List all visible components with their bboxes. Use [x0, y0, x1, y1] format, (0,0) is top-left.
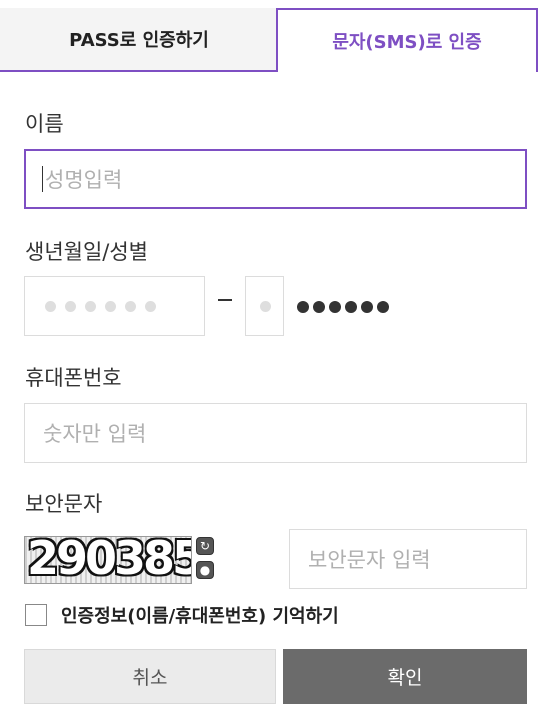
refresh-icon[interactable]: ↻ — [196, 537, 214, 555]
phone-input[interactable]: 숫자만 입력 — [24, 403, 527, 463]
masked-rrn — [297, 301, 389, 313]
captcha-image-text: 290385 — [27, 536, 192, 584]
tab-sms[interactable]: 문자(SMS)로 인증 — [276, 8, 538, 72]
birthdate-input[interactable] — [24, 276, 205, 336]
dash-separator — [218, 299, 232, 301]
name-placeholder: 성명입력 — [45, 168, 123, 192]
confirm-button-label: 확인 — [387, 667, 423, 689]
captcha-label: 보안문자 — [25, 492, 103, 516]
text-caret — [42, 166, 43, 192]
tab-sms-label: 문자(SMS)로 인증 — [332, 32, 482, 53]
remember-label: 인증정보(이름/휴대폰번호) 기억하기 — [61, 606, 339, 627]
phone-label: 휴대폰번호 — [25, 366, 122, 390]
birth-label: 생년월일/성별 — [25, 240, 148, 264]
captcha-image: 290385 — [24, 536, 192, 584]
gender-digit-input[interactable] — [245, 276, 284, 336]
cancel-button[interactable]: 취소 — [24, 649, 276, 704]
name-label: 이름 — [25, 112, 64, 136]
confirm-button[interactable]: 확인 — [283, 649, 527, 704]
gender-digit-mask — [260, 300, 271, 312]
remember-checkbox[interactable] — [25, 604, 47, 626]
phone-placeholder: 숫자만 입력 — [43, 422, 147, 446]
birthdate-mask — [43, 300, 156, 312]
captcha-placeholder: 보안문자 입력 — [308, 548, 431, 572]
cancel-button-label: 취소 — [132, 667, 168, 689]
tab-pass-label: PASS로 인증하기 — [69, 30, 209, 51]
name-input[interactable]: 성명입력 — [24, 149, 527, 209]
audio-icon[interactable]: ● — [196, 561, 214, 579]
captcha-input[interactable]: 보안문자 입력 — [289, 529, 527, 589]
tab-pass[interactable]: PASS로 인증하기 — [0, 8, 278, 72]
